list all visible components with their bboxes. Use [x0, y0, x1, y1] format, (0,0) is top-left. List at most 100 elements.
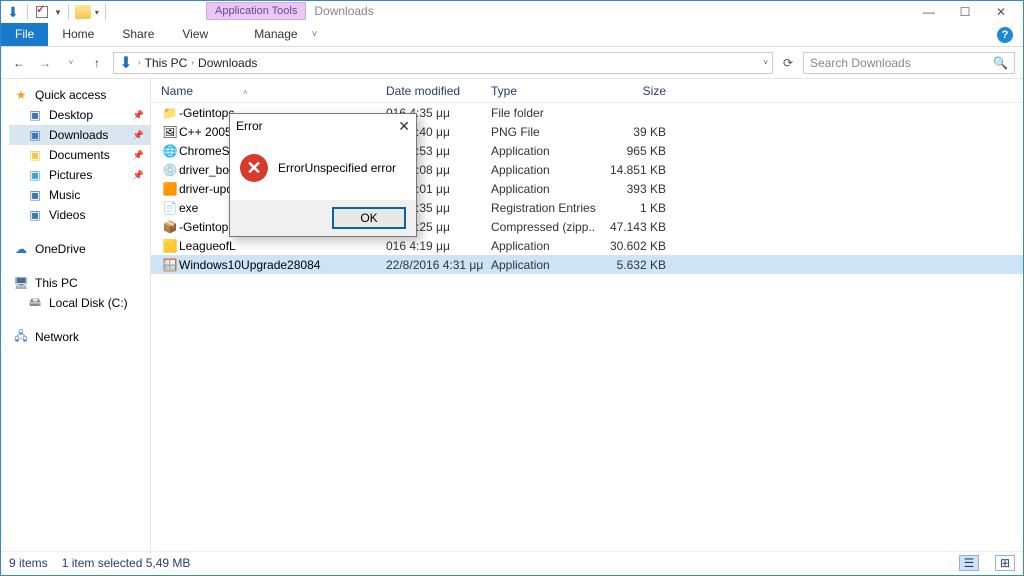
file-icon: 💿: [161, 162, 179, 178]
dialog-title: Error: [236, 119, 263, 133]
file-row[interactable]: 🟨LeagueofL016 4:19 μμApplication30.602 K…: [151, 236, 1023, 255]
chevron-right-icon[interactable]: ›: [138, 58, 141, 67]
file-icon: 🟨: [161, 238, 179, 254]
file-size: 393 KB: [596, 182, 666, 196]
tab-home[interactable]: Home: [48, 23, 108, 46]
file-type: Application: [491, 144, 596, 158]
file-date: 016 4:19 μμ: [386, 239, 491, 253]
separator: [27, 4, 28, 20]
nav-back-button[interactable]: ←: [9, 53, 29, 73]
qat-properties-icon[interactable]: [34, 4, 50, 20]
sidebar-this-pc[interactable]: 🖥This PC: [9, 273, 150, 293]
nav-up-button[interactable]: ↑: [87, 53, 107, 73]
breadcrumb-this-pc[interactable]: This PC: [145, 56, 188, 70]
tab-manage[interactable]: Manage: [240, 23, 311, 46]
file-type: Application: [491, 163, 596, 177]
qat-new-folder-icon[interactable]: [75, 5, 91, 19]
navigation-pane: ★Quick access ▣Desktop📌▣Downloads📌▣Docum…: [1, 79, 151, 553]
breadcrumb-downloads[interactable]: Downloads: [198, 56, 257, 70]
file-date: 22/8/2016 4:31 μμ: [386, 258, 491, 272]
location-down-arrow-icon[interactable]: ⬇: [118, 55, 134, 71]
minimize-button[interactable]: —: [911, 2, 947, 22]
col-date[interactable]: Date modified: [386, 84, 491, 98]
chevron-right-icon[interactable]: ›: [191, 58, 194, 67]
view-thumbnails-button[interactable]: ⊞: [995, 555, 1015, 571]
dialog-ok-button[interactable]: OK: [332, 207, 406, 229]
tab-file[interactable]: File: [1, 23, 48, 46]
file-type: File folder: [491, 106, 596, 120]
file-type: Compressed (zipp...: [491, 220, 596, 234]
monitor-icon: 🖥: [13, 276, 29, 290]
file-size: 30.602 KB: [596, 239, 666, 253]
help-icon[interactable]: ?: [997, 27, 1013, 43]
sidebar-quick-access[interactable]: ★Quick access: [9, 85, 150, 105]
sidebar-item-documents[interactable]: ▣Documents📌: [9, 145, 150, 165]
tab-view[interactable]: View: [168, 23, 222, 46]
sidebar-item-music[interactable]: ▣Music: [9, 185, 150, 205]
file-type: Application: [491, 258, 596, 272]
pin-icon: 📌: [133, 150, 144, 161]
folder-icon: ▣: [27, 208, 43, 222]
file-name: LeagueofL: [179, 239, 386, 253]
sidebar-onedrive[interactable]: ☁OneDrive: [9, 239, 150, 259]
file-size: 1 KB: [596, 201, 666, 215]
folder-icon: ▣: [27, 188, 43, 202]
close-button[interactable]: ✕: [983, 2, 1019, 22]
file-size: 5.632 KB: [596, 258, 666, 272]
col-size[interactable]: Size: [596, 84, 666, 98]
file-row[interactable]: 🪟Windows10Upgrade2808422/8/2016 4:31 μμA…: [151, 255, 1023, 274]
status-bar: 9 items 1 item selected 5,49 MB ☰ ⊞: [1, 551, 1023, 573]
view-details-button[interactable]: ☰: [959, 555, 979, 571]
file-icon: 🪟: [161, 257, 179, 273]
qat-dropdown-icon[interactable]: ▼: [54, 8, 62, 17]
sidebar-item-pictures[interactable]: ▣Pictures📌: [9, 165, 150, 185]
sidebar-local-disk[interactable]: 🖴Local Disk (C:): [9, 293, 150, 313]
separator: [105, 4, 106, 20]
nav-forward-button[interactable]: →: [35, 53, 55, 73]
separator: [68, 4, 69, 20]
dialog-close-button[interactable]: ✕: [398, 118, 410, 135]
nav-recent-dropdown[interactable]: ˅: [61, 53, 81, 73]
file-icon: 📄: [161, 200, 179, 216]
col-type[interactable]: Type: [491, 84, 596, 98]
folder-icon: ▣: [27, 108, 43, 122]
maximize-button[interactable]: ☐: [947, 2, 983, 22]
sort-indicator-icon: ˄: [243, 88, 248, 97]
error-icon: ✕: [240, 154, 268, 182]
sidebar-item-desktop[interactable]: ▣Desktop📌: [9, 105, 150, 125]
address-history-dropdown[interactable]: ˅: [763, 58, 768, 67]
ribbon-collapse-icon[interactable]: ˅: [312, 29, 318, 40]
search-input[interactable]: Search Downloads 🔍: [803, 52, 1015, 74]
cloud-icon: ☁: [13, 242, 29, 256]
search-icon: 🔍: [993, 56, 1008, 70]
context-tab-application-tools[interactable]: Application Tools: [206, 2, 306, 20]
address-bar[interactable]: ⬇ › This PC › Downloads ˅: [113, 52, 773, 74]
file-size: 39 KB: [596, 125, 666, 139]
column-headers[interactable]: Name ˄ Date modified Type Size: [151, 79, 1023, 103]
status-item-count: 9 items: [9, 556, 48, 570]
sidebar-item-downloads[interactable]: ▣Downloads📌: [9, 125, 150, 145]
refresh-button[interactable]: ⟳: [779, 56, 797, 70]
network-icon: 🖧: [13, 330, 29, 344]
file-icon: 🟧: [161, 181, 179, 197]
sidebar-network[interactable]: 🖧Network: [9, 327, 150, 347]
file-icon: 🖼: [161, 124, 179, 140]
pin-icon: 📌: [133, 130, 144, 141]
pin-icon: 📌: [133, 110, 144, 121]
window-title: Downloads: [314, 4, 373, 18]
file-name: Windows10Upgrade28084: [179, 258, 386, 272]
qat-down-arrow-icon[interactable]: ⬇: [5, 4, 21, 20]
qat-overflow-icon[interactable]: ▾: [95, 8, 99, 17]
file-icon: 📁: [161, 105, 179, 121]
file-icon: 📦: [161, 219, 179, 235]
file-type: PNG File: [491, 125, 596, 139]
star-icon: ★: [13, 88, 29, 102]
file-type: Application: [491, 239, 596, 253]
disk-icon: 🖴: [27, 296, 43, 310]
file-type: Registration Entries: [491, 201, 596, 215]
tab-share[interactable]: Share: [108, 23, 168, 46]
status-selection: 1 item selected 5,49 MB: [62, 556, 191, 570]
col-name[interactable]: Name: [161, 84, 193, 98]
file-size: 965 KB: [596, 144, 666, 158]
sidebar-item-videos[interactable]: ▣Videos: [9, 205, 150, 225]
